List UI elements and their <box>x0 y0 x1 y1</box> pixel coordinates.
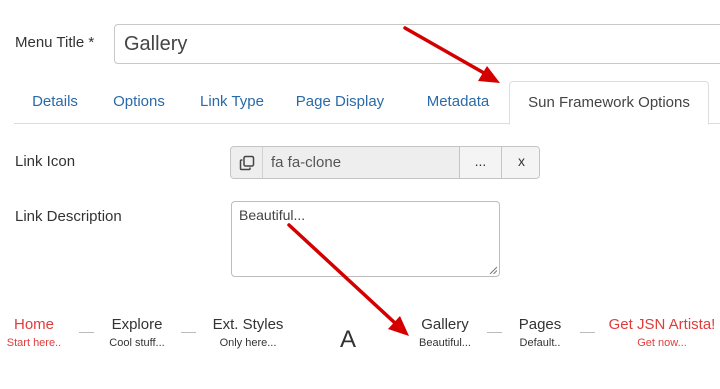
clear-icon-button[interactable]: x <box>501 147 539 178</box>
menu-title-label: Menu Title * <box>15 34 95 51</box>
link-description-label: Link Description <box>15 208 122 225</box>
menu-item-ext-styles[interactable]: Ext. Styles Only here... <box>206 316 290 349</box>
tab-sun-framework-options[interactable]: Sun Framework Options <box>509 81 709 125</box>
menu-item-explore[interactable]: Explore Cool stuff... <box>103 316 171 349</box>
menu-separator <box>487 332 502 333</box>
tab-details[interactable]: Details <box>16 81 94 124</box>
menu-item-get-jsn-artista[interactable]: Get JSN Artista! Get now... <box>604 316 720 349</box>
menu-item-pages[interactable]: Pages Default.. <box>510 316 570 349</box>
tab-options[interactable]: Options <box>98 81 180 124</box>
link-description-text: Beautiful... <box>239 207 306 223</box>
link-description-textarea[interactable]: Beautiful... <box>231 201 500 277</box>
menu-item-gallery[interactable]: Gallery Beautiful... <box>412 316 478 349</box>
menu-separator <box>79 332 94 333</box>
select-icon-button[interactable]: ... <box>459 147 501 178</box>
tab-bar: Details Options Link Type Page Display M… <box>14 81 720 125</box>
menu-separator <box>181 332 196 333</box>
menu-item-home[interactable]: Home Start here.. <box>0 316 68 349</box>
tab-link-type[interactable]: Link Type <box>186 81 278 124</box>
menu-title-input[interactable] <box>114 24 720 64</box>
link-icon-input-group: fa fa-clone ... x <box>230 146 540 179</box>
tab-metadata[interactable]: Metadata <box>410 81 506 124</box>
tab-page-display[interactable]: Page Display <box>284 81 396 124</box>
link-icon-label: Link Icon <box>15 153 76 170</box>
resize-handle-icon[interactable] <box>489 266 497 274</box>
link-icon-value: fa fa-clone <box>263 147 459 178</box>
site-logo[interactable]: A <box>340 326 356 354</box>
menu-separator <box>580 332 595 333</box>
clone-icon <box>231 147 263 178</box>
